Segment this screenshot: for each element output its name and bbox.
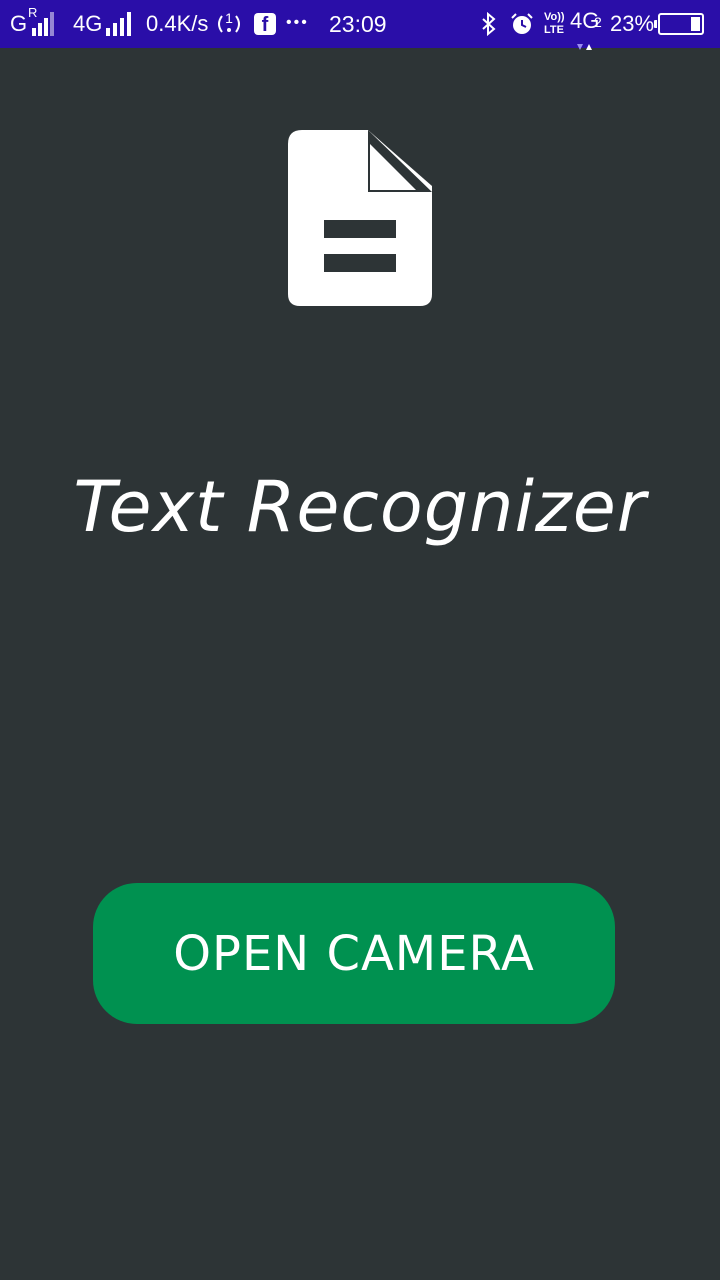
carrier-label: G [10,11,28,36]
data-activity-icon [576,31,596,50]
facebook-icon: f [254,13,276,35]
signal-strength-2-icon [106,12,136,36]
battery-nub [654,20,657,28]
clock: 23:09 [329,11,387,37]
lte-label: LTE [544,24,564,36]
battery-percent: 23% [610,11,655,36]
network-speed: 0.4K/s [146,11,209,36]
battery-fill [691,17,700,31]
app-title: Text Recognizer [73,466,647,548]
more-notifications-icon: ••• [286,14,309,31]
document-icon [288,128,432,308]
volte-label: Vo)) [544,11,565,23]
hotspot-icon: 1 [214,10,244,38]
status-bar: G R 4G 0.4K/s 1 f ••• 23:09 Vo)) LTE 4G … [0,0,720,50]
hotspot-count: 1 [225,10,233,26]
open-camera-button[interactable]: OPEN CAMERA [93,883,615,1024]
battery-icon [654,13,704,35]
network-type-label: 4G [73,11,103,36]
alarm-icon [510,12,534,36]
hotspot-dot [227,28,231,32]
signal-strength-icon [32,12,62,36]
sim-index-label: 2 [594,14,602,30]
bluetooth-icon [480,11,498,37]
